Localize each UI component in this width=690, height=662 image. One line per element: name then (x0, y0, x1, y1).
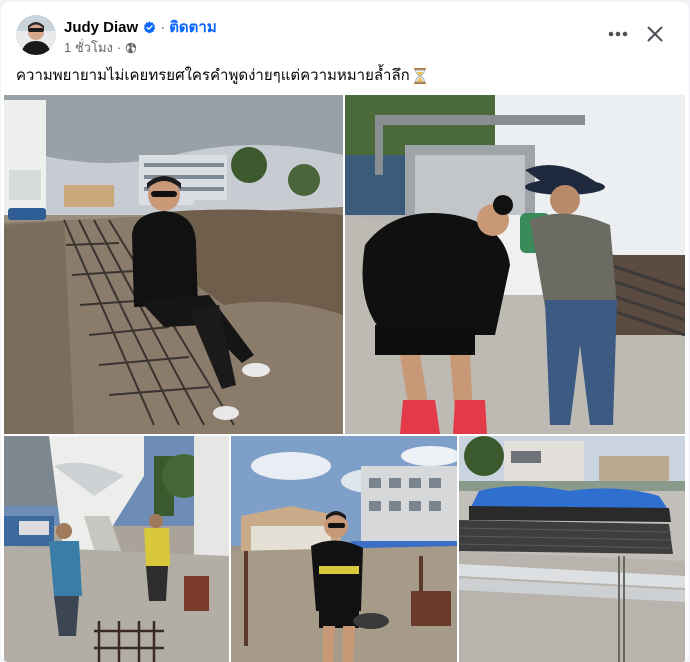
name-separator: · (160, 18, 166, 36)
walking-on-site-photo[interactable] (231, 436, 457, 662)
close-icon (647, 26, 663, 42)
author-avatar[interactable] (16, 15, 56, 55)
author-name[interactable]: Judy Diaw (64, 19, 138, 36)
steel-pipes-photo[interactable] (459, 436, 685, 662)
caption-text: ความพยายามไม่เคยทรยศใครคำพูดง่ายๆแต่ความ… (16, 67, 410, 84)
post-card: Judy Diaw · ติดตาม 1 ชั่วโมง · ความพยายา… (1, 2, 689, 662)
verified-badge-icon (144, 20, 156, 33)
more-dots-icon (608, 31, 628, 37)
construction-site-sitting-photo[interactable] (4, 95, 343, 434)
post-meta: 1 ชั่วโมง · (64, 37, 137, 58)
post-header: Judy Diaw · ติดตาม 1 ชั่วโมง · (1, 2, 689, 60)
more-options-button[interactable] (601, 20, 635, 48)
hourglass-icon (413, 68, 426, 84)
close-button[interactable] (639, 18, 671, 50)
workers-pushing-cart-photo[interactable] (345, 95, 685, 434)
concrete-truck-photo[interactable] (4, 436, 229, 662)
author-row: Judy Diaw · ติดตาม (64, 15, 217, 39)
post-caption: ความพยายามไม่เคยทรยศใครคำพูดง่ายๆแต่ความ… (16, 66, 428, 86)
meta-separator: · (116, 40, 122, 55)
post-time[interactable]: 1 ชั่วโมง (64, 37, 113, 58)
follow-button[interactable]: ติดตาม (169, 15, 217, 39)
globe-icon[interactable] (125, 42, 137, 54)
